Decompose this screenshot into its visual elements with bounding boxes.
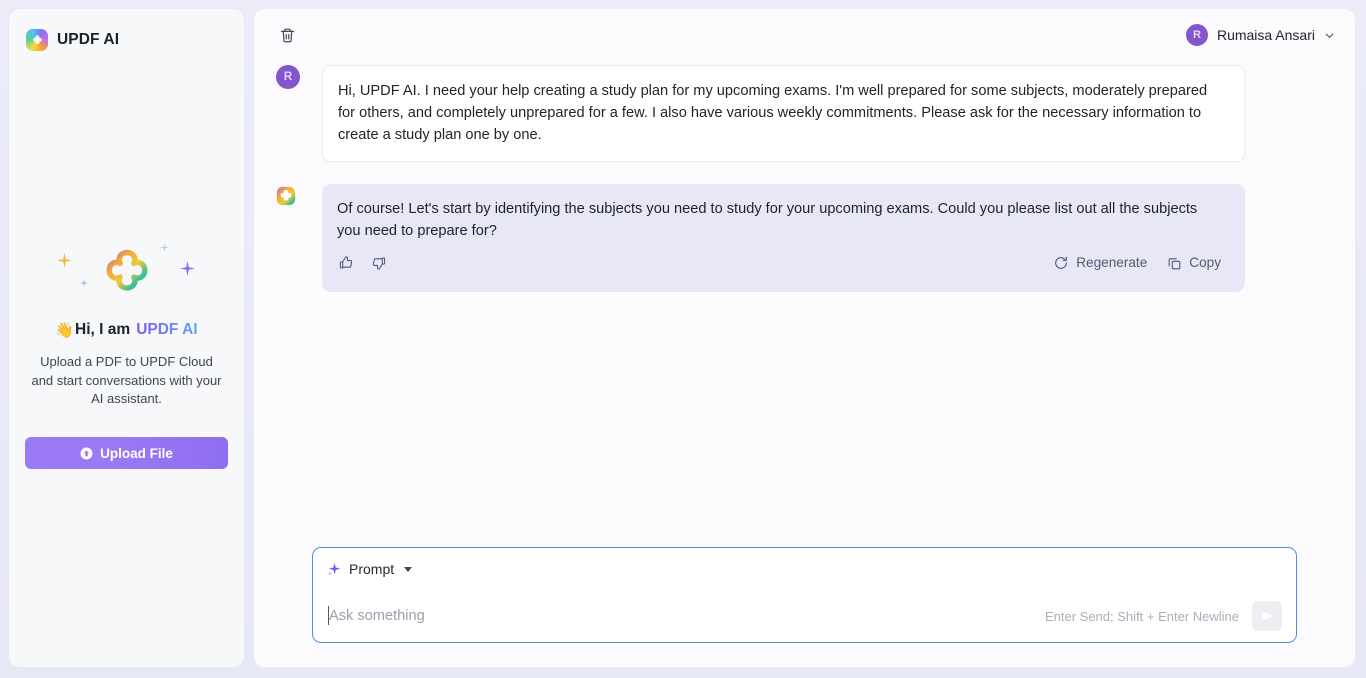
copy-icon <box>1168 257 1181 269</box>
sparkle-icon <box>179 261 195 276</box>
upload-file-label: Upload File <box>100 445 173 461</box>
copy-button[interactable]: Copy <box>1167 252 1221 274</box>
composer-toolbar: Prompt <box>313 548 1296 590</box>
message-actions: Regenerate Copy <box>337 252 1223 286</box>
sidebar-hero: 👋 Hi, I am UPDF AI Upload a PDF to UPDF … <box>9 241 244 409</box>
copy-label: Copy <box>1189 255 1221 270</box>
clover-glyph <box>276 186 296 206</box>
feedback-actions <box>338 255 387 271</box>
message-text: Of course! Let's start by identifying th… <box>337 201 1198 239</box>
regenerate-button[interactable]: Regenerate <box>1053 252 1147 274</box>
thumbs-up-button[interactable] <box>338 255 354 271</box>
caret-down-icon <box>404 566 413 572</box>
sidebar-header: UPDF AI <box>9 9 244 55</box>
trash-icon <box>280 28 294 42</box>
user-menu[interactable]: R Rumaisa Ansari <box>1185 24 1337 46</box>
message-bubble-assistant: Of course! Let's start by identifying th… <box>322 184 1245 292</box>
message-composer: Prompt Enter Send; Shift + Enter Newline <box>312 547 1297 643</box>
clover-glyph <box>32 34 42 44</box>
thumbs-up-icon <box>339 256 353 269</box>
sidebar: UPDF AI 👋 Hi, I am UPDF AI Upload a PDF … <box>8 8 245 668</box>
upload-file-button[interactable]: Upload File <box>25 437 228 469</box>
avatar: R <box>1185 24 1208 46</box>
composer-input-row: Enter Send; Shift + Enter Newline <box>313 590 1296 642</box>
regenerate-label: Regenerate <box>1076 255 1148 270</box>
chevron-down-icon <box>1325 33 1334 38</box>
response-actions: Regenerate Copy <box>1053 252 1221 274</box>
hero-greeting: 👋 Hi, I am UPDF AI <box>25 321 228 339</box>
chat-message-assistant: Of course! Let's start by identifying th… <box>276 184 1245 292</box>
send-button[interactable] <box>1252 601 1282 631</box>
hero-artwork <box>47 241 207 307</box>
wave-emoji: 👋 <box>55 322 75 339</box>
main-panel: R Rumaisa Ansari R Hi, UPDF AI. I need y… <box>253 8 1356 668</box>
updf-clover-logo-large-icon <box>106 249 147 291</box>
thumbs-down-icon <box>372 257 386 270</box>
thumbs-down-button[interactable] <box>371 255 387 271</box>
upload-circle-icon <box>80 447 93 459</box>
chat-thread: R Hi, UPDF AI. I need your help creating… <box>254 61 1355 292</box>
app-root: UPDF AI 👋 Hi, I am UPDF AI Upload a PDF … <box>0 0 1366 678</box>
updf-clover-logo-icon <box>276 186 296 206</box>
chat-message-user: R Hi, UPDF AI. I need your help creating… <box>276 65 1245 162</box>
top-bar: R Rumaisa Ansari <box>254 9 1355 61</box>
text-cursor <box>328 606 329 625</box>
hero-brand-text: UPDF AI <box>136 321 198 338</box>
message-bubble: Hi, UPDF AI. I need your help creating a… <box>322 65 1245 162</box>
sparkle-icon <box>327 562 341 576</box>
hero-description: Upload a PDF to UPDF Cloud and start con… <box>31 354 222 406</box>
refresh-icon <box>1055 256 1068 269</box>
updf-clover-logo-icon <box>26 29 48 51</box>
delete-chat-button[interactable] <box>274 22 300 48</box>
sidebar-title: UPDF AI <box>57 31 120 48</box>
sparkle-icon <box>79 279 88 287</box>
composer-hint: Enter Send; Shift + Enter Newline <box>1044 608 1239 624</box>
avatar: R <box>276 65 300 89</box>
prompt-label: Prompt <box>349 561 395 577</box>
prompt-selector[interactable]: Prompt <box>327 561 413 577</box>
chat-input[interactable] <box>329 608 1045 624</box>
send-plane-icon <box>1261 611 1274 621</box>
sparkle-icon <box>159 243 169 252</box>
user-name: Rumaisa Ansari <box>1216 27 1315 43</box>
sparkle-icon <box>56 253 72 268</box>
hero-greeting-text: Hi, I am <box>75 321 131 338</box>
